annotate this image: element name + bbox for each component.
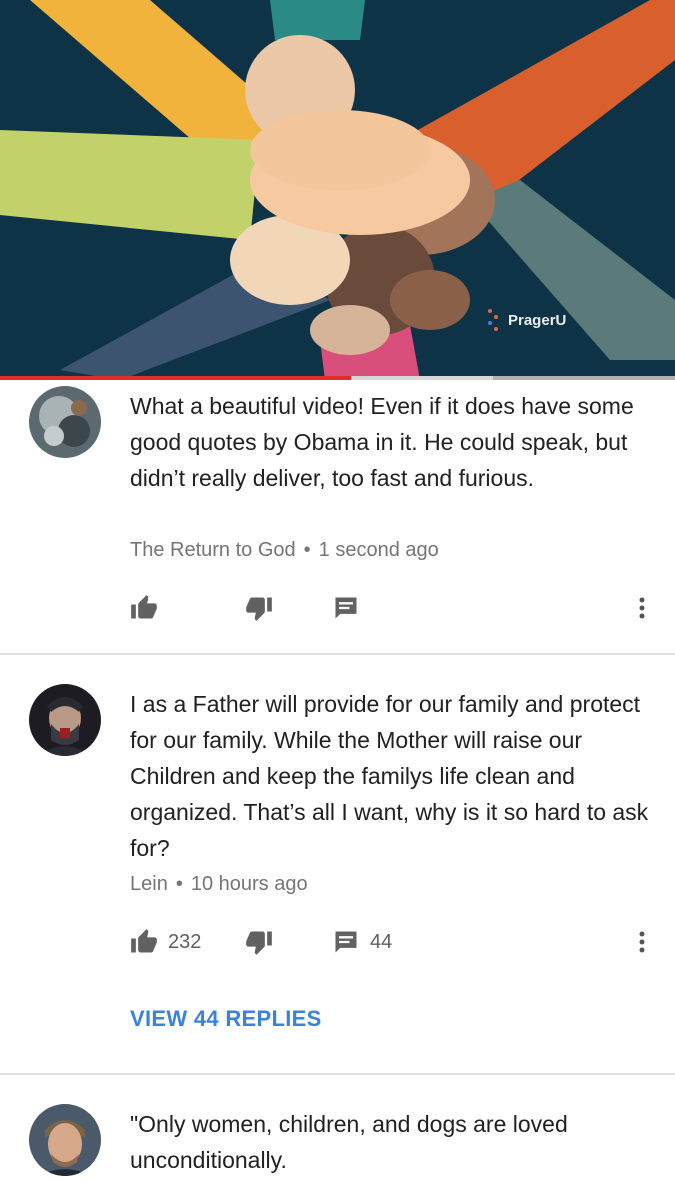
dislike-button[interactable]	[245, 922, 273, 962]
avatar[interactable]	[29, 386, 101, 458]
watermark-text: PragerU	[508, 311, 567, 329]
more-vert-icon	[639, 597, 645, 619]
reply-button[interactable]: 44	[332, 922, 392, 962]
like-button[interactable]: 232	[130, 922, 201, 962]
video-thumbnail-illustration	[0, 0, 675, 380]
prageru-logo-icon	[488, 307, 502, 333]
more-vert-icon	[639, 931, 645, 953]
avatar[interactable]	[29, 684, 101, 756]
comment-text: "Only women, children, and dogs are love…	[130, 1111, 568, 1173]
comment-text: What a beautiful video! Even if it does …	[130, 393, 634, 491]
comment-time: 10 hours ago	[190, 873, 308, 895]
comment-actions	[0, 588, 675, 628]
comment-author[interactable]: Lein	[130, 873, 168, 895]
avatar-abstract-icon	[29, 386, 101, 458]
avatar[interactable]	[29, 1104, 101, 1176]
comment-meta: The Return to God • 1 second ago	[130, 539, 439, 562]
more-options-button[interactable]	[630, 588, 654, 628]
comment-icon	[335, 597, 357, 619]
meta-separator: •	[175, 873, 183, 895]
more-options-button[interactable]	[630, 922, 654, 962]
meta-separator: •	[303, 539, 311, 561]
comment-item: I as a Father will provide for our famil…	[0, 655, 675, 1073]
video-player[interactable]: PragerU	[0, 0, 675, 380]
like-button[interactable]	[130, 588, 158, 628]
thumbs-down-icon	[246, 597, 272, 621]
thumbs-up-icon	[131, 595, 157, 619]
thumbs-up-icon	[131, 929, 157, 953]
comment-time: 1 second ago	[318, 539, 439, 561]
comment-author[interactable]: The Return to God	[130, 539, 296, 561]
avatar-portrait-icon	[29, 684, 101, 756]
prageru-watermark: PragerU	[488, 307, 566, 333]
reply-button[interactable]	[332, 588, 360, 628]
like-count: 232	[168, 930, 202, 953]
comment-icon	[335, 931, 357, 953]
comment-text: I as a Father will provide for our famil…	[130, 691, 649, 861]
avatar-portrait-icon	[29, 1104, 101, 1176]
dislike-button[interactable]	[245, 588, 273, 628]
comment-actions: 232 44	[0, 922, 675, 962]
comment-item: "Only women, children, and dogs are love…	[0, 1075, 675, 1200]
comment-item: What a beautiful video! Even if it does …	[0, 380, 675, 654]
view-replies-link[interactable]: VIEW 44 REPLIES	[130, 1006, 322, 1032]
thumbs-down-icon	[246, 931, 272, 955]
comment-meta: Lein • 10 hours ago	[130, 873, 308, 896]
reply-count: 44	[370, 930, 393, 953]
